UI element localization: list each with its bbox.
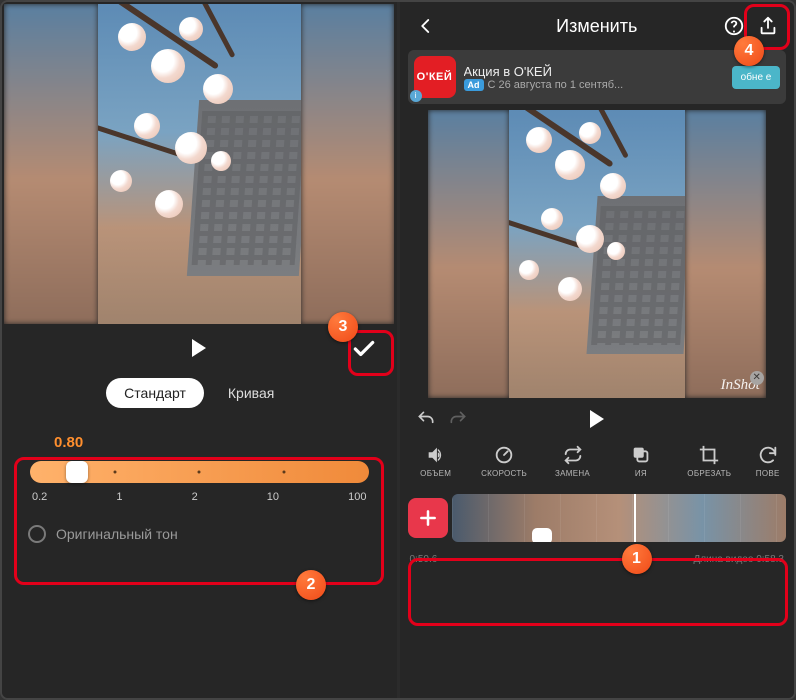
add-clip-button[interactable] — [408, 498, 448, 538]
redo-button[interactable] — [448, 409, 468, 429]
tool-crop[interactable]: ОБРЕЗАТЬ — [679, 444, 739, 478]
ad-banner[interactable]: i О'КЕЙ Акция в О'КЕЙ Ad С 26 августа по… — [408, 50, 787, 104]
undo-button[interactable] — [416, 409, 436, 429]
ad-info-icon[interactable]: i — [410, 90, 422, 102]
speed-tabs: Стандарт Кривая — [2, 378, 397, 408]
video-length: Длина видео 0:58.3 — [694, 554, 785, 565]
page-title: Изменить — [556, 16, 637, 37]
play-button[interactable] — [588, 409, 606, 429]
timeline[interactable] — [408, 488, 787, 548]
original-tone-toggle[interactable]: Оригинальный тон — [28, 525, 397, 543]
speed-value: 0.80 — [30, 434, 369, 451]
watermark[interactable]: InShot ✕ — [721, 377, 760, 394]
clip-strip[interactable] — [452, 494, 787, 542]
ad-cta-button[interactable]: обне е — [732, 66, 780, 89]
toolbar: ОБЪЕМ СКОРОСТЬ ЗАМЕНА ИЯ ОБРЕЗАТЬ ПОВЕ — [400, 440, 795, 480]
ad-badge: Ad — [464, 79, 484, 91]
playhead[interactable] — [634, 494, 636, 542]
play-button[interactable] — [190, 338, 208, 358]
tool-rotate[interactable]: ПОВЕ — [748, 444, 788, 478]
clip-handle[interactable] — [532, 528, 552, 542]
current-time: 0:50.6 — [410, 554, 438, 565]
radio-unchecked-icon — [28, 525, 46, 543]
ad-subtitle: С 26 августа по 1 сентяб... — [488, 79, 624, 91]
help-button[interactable] — [718, 10, 750, 42]
speed-slider[interactable] — [30, 461, 369, 483]
main-editor-screen: Изменить i О'КЕЙ Акция в О'КЕЙ Ad С 26 а… — [400, 2, 795, 698]
tool-copy[interactable]: ИЯ — [611, 444, 671, 478]
tool-volume[interactable]: ОБЪЕМ — [406, 444, 466, 478]
speed-slider-knob[interactable] — [66, 461, 88, 483]
speed-panel: 0.80 0.2 1 2 10 100 — [16, 422, 383, 511]
ad-title: Акция в О'КЕЙ — [464, 64, 733, 79]
export-button[interactable] — [752, 10, 784, 42]
tool-replace[interactable]: ЗАМЕНА — [543, 444, 603, 478]
confirm-button[interactable] — [345, 330, 383, 368]
video-preview[interactable] — [4, 4, 394, 324]
speed-ticks: 0.2 1 2 10 100 — [30, 489, 369, 503]
speed-editor-screen: Стандарт Кривая 0.80 0.2 1 2 10 100 Ориг… — [2, 2, 397, 698]
footer-status: 0:50.6 Длина видео 0:58.3 — [400, 548, 795, 569]
original-tone-label: Оригинальный тон — [56, 526, 178, 542]
close-icon[interactable]: ✕ — [750, 371, 764, 385]
tool-speed[interactable]: СКОРОСТЬ — [474, 444, 534, 478]
video-preview[interactable]: InShot ✕ — [428, 110, 766, 398]
tab-standard[interactable]: Стандарт — [106, 378, 204, 408]
tab-curve[interactable]: Кривая — [210, 378, 292, 408]
back-button[interactable] — [410, 10, 442, 42]
top-bar: Изменить — [400, 2, 795, 50]
